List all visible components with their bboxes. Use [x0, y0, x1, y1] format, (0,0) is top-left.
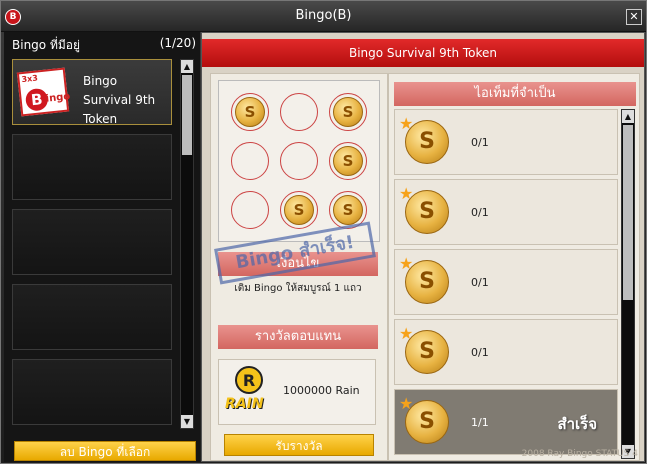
bingo-cell: S — [329, 142, 367, 180]
required-item-row[interactable]: S ★ 1/1 สำเร็จ — [394, 389, 618, 455]
bingo-detail-title: Bingo Survival 9th Token — [202, 39, 644, 67]
bingo-slot-empty[interactable] — [12, 134, 172, 200]
survival-token-coin-icon: S — [235, 97, 265, 127]
bingo-card-ingo: ingo — [45, 91, 71, 105]
required-item-row[interactable]: S ★ 0/1 — [394, 319, 618, 385]
survival-token-coin-icon: S — [333, 146, 363, 176]
survival-token-coin-icon: S — [284, 195, 314, 225]
item-count: 0/1 — [471, 346, 489, 359]
star-icon: ★ — [399, 254, 414, 273]
bingo-card-icon: 3x3 B ingo — [16, 67, 71, 117]
close-button[interactable]: ✕ — [626, 9, 642, 25]
required-item-row[interactable]: S ★ 0/1 — [394, 109, 618, 175]
item-count: 0/1 — [471, 206, 489, 219]
bingo-cell — [280, 142, 318, 180]
star-icon: ★ — [399, 184, 414, 203]
rain-r-glyph: R — [235, 366, 263, 394]
star-icon: ★ — [399, 114, 414, 133]
scroll-thumb[interactable] — [182, 75, 192, 155]
bingo-window: B Bingo(B) ✕ Bingo ที่มีอยู่ (1/20) 3x3 … — [0, 0, 647, 464]
bingo-detail-panel: Bingo Survival 9th Token SSSSS เงื่อนไข … — [201, 32, 645, 462]
bingo-slot-empty[interactable] — [12, 284, 172, 350]
survival-token-coin-icon: S — [333, 195, 363, 225]
claim-reward-button[interactable]: รับรางวัล — [224, 434, 374, 456]
delete-bingo-button[interactable]: ลบ Bingo ที่เลือก — [14, 441, 196, 461]
reward-box: R RAIN 1000000 Rain — [218, 359, 376, 425]
reward-amount: 1000000 Rain — [283, 384, 360, 397]
scroll-thumb[interactable] — [623, 125, 633, 300]
bingo-list-panel: Bingo ที่มีอยู่ (1/20) 3x3 B ingo Bingo … — [4, 32, 200, 462]
item-done-label: สำเร็จ — [557, 415, 597, 433]
scroll-up-arrow-icon[interactable]: ▲ — [181, 60, 193, 73]
bingo-cell — [231, 191, 269, 229]
bingo-slot-empty[interactable] — [12, 209, 172, 275]
star-icon: ★ — [399, 324, 414, 343]
bingo-board: SSSSS — [218, 80, 380, 242]
item-count: 0/1 — [471, 276, 489, 289]
rain-currency-icon: R RAIN — [225, 366, 269, 418]
item-count: 1/1 — [471, 416, 489, 429]
bingo-cell: S — [231, 93, 269, 131]
survival-token-coin-icon: S — [333, 97, 363, 127]
bingo-list-scrollbar[interactable]: ▲ ▼ — [180, 59, 194, 429]
required-items-header: ไอเท็มที่จำเป็น — [394, 82, 636, 106]
bingo-cell — [280, 93, 318, 131]
rain-logo-text: RAIN — [225, 396, 264, 412]
reward-header: รางวัลตอบแทน — [218, 325, 378, 349]
window-title: Bingo(B) — [295, 8, 352, 23]
bingo-cell — [231, 142, 269, 180]
bingo-slot-name: Bingo Survival 9th Token — [83, 74, 156, 126]
bingo-slot-empty[interactable] — [12, 359, 172, 425]
status-text: เติม Bingo ให้สมบูรณ์ 1 แถว — [234, 283, 362, 294]
items-scrollbar[interactable]: ▲ ▼ — [621, 109, 635, 459]
required-item-row[interactable]: S ★ 0/1 — [394, 179, 618, 245]
required-item-row[interactable]: S ★ 0/1 — [394, 249, 618, 315]
bingo-cell: S — [329, 93, 367, 131]
title-bar[interactable]: B Bingo(B) ✕ — [1, 1, 646, 32]
bingo-list-count: (1/20) — [159, 36, 196, 50]
scroll-up-arrow-icon[interactable]: ▲ — [622, 110, 634, 123]
scroll-down-arrow-icon[interactable]: ▼ — [181, 415, 193, 428]
watermark-text: 2008 Ray Bingo STATUS 4 — [521, 449, 638, 459]
item-count: 0/1 — [471, 136, 489, 149]
star-icon: ★ — [399, 394, 414, 413]
bingo-card-tag: 3x3 — [21, 73, 39, 85]
bingo-cell: S — [280, 191, 318, 229]
bingo-slot-selected[interactable]: 3x3 B ingo Bingo Survival 9th Token — [12, 59, 172, 126]
